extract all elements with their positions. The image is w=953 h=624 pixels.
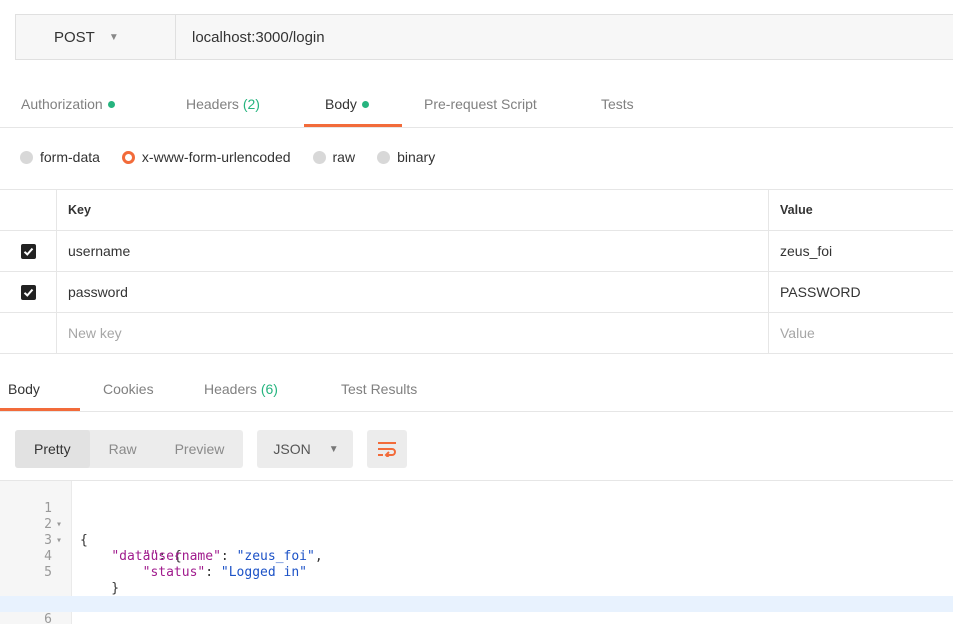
view-raw-button[interactable]: Raw xyxy=(90,430,156,468)
table-row: username zeus_foi xyxy=(0,231,953,272)
table-row: password PASSWORD xyxy=(0,272,953,313)
radio-raw[interactable]: raw xyxy=(312,149,356,165)
tab-cookies[interactable]: Cookies xyxy=(103,366,154,412)
response-code-editor[interactable]: 1 ▾ { 2 ▾ "data": { 3 "username": "zeus_… xyxy=(0,480,953,624)
tab-response-headers[interactable]: Headers (6) xyxy=(204,366,278,412)
radio-label: raw xyxy=(332,149,356,165)
tab-response-body[interactable]: Body xyxy=(8,366,40,412)
radio-circle-icon xyxy=(377,150,391,164)
response-tabs: Body Cookies Headers (6) Test Results xyxy=(0,366,953,412)
row-check-cell xyxy=(0,272,57,312)
radio-x-www-form-urlencoded[interactable]: x-www-form-urlencoded xyxy=(121,149,291,165)
body-type-selector: form-data x-www-form-urlencoded raw bina… xyxy=(20,140,457,174)
tab-tests[interactable]: Tests xyxy=(601,80,634,128)
tab-count: (6) xyxy=(260,381,278,397)
tab-test-results[interactable]: Test Results xyxy=(341,366,417,412)
checkmark-icon xyxy=(23,288,33,297)
radio-selected-icon xyxy=(121,150,135,164)
new-value-input[interactable]: Value xyxy=(769,313,953,353)
radio-circle-icon xyxy=(312,150,326,164)
tab-label: Authorization xyxy=(21,96,103,112)
column-header-value: Value xyxy=(780,203,813,217)
radio-binary[interactable]: binary xyxy=(377,149,435,165)
line-number: 6 xyxy=(44,612,52,624)
status-dot-icon xyxy=(361,100,369,108)
tab-pre-request-script[interactable]: Pre-request Script xyxy=(424,80,537,128)
chevron-down-icon: ▼ xyxy=(108,31,119,43)
tab-label: Headers xyxy=(204,381,257,397)
row-check-cell xyxy=(0,313,57,353)
checkbox-checked[interactable] xyxy=(20,284,36,300)
method-label: POST xyxy=(54,28,95,46)
json-key: "status" xyxy=(142,565,206,580)
tab-label: Body xyxy=(8,381,40,397)
radio-label: x-www-form-urlencoded xyxy=(141,149,291,165)
column-header-key: Key xyxy=(57,190,769,230)
checkbox-checked[interactable] xyxy=(20,243,36,259)
active-tab-indicator xyxy=(0,408,80,411)
view-preview-button[interactable]: Preview xyxy=(156,430,244,468)
code-line-current: 6 } xyxy=(0,596,953,624)
code-line: 4 "status": "Logged in" xyxy=(0,533,953,580)
tab-count: (2) xyxy=(242,96,260,112)
tab-authorization[interactable]: Authorization xyxy=(21,80,115,128)
json-string: "Logged in" xyxy=(220,565,307,580)
wrap-lines-icon xyxy=(377,442,396,457)
key-input[interactable]: username xyxy=(57,231,769,271)
line-number: 5 xyxy=(44,565,52,580)
code-line: 3 "username": "zeus_foi", xyxy=(0,517,953,564)
format-label: JSON xyxy=(273,441,311,457)
row-check-cell xyxy=(0,231,57,271)
tab-label: Cookies xyxy=(103,381,154,397)
radio-form-data[interactable]: form-data xyxy=(20,149,100,165)
checkmark-icon xyxy=(23,247,33,256)
method-select[interactable]: POST ▼ xyxy=(16,15,176,59)
table-header-row: Key Value xyxy=(0,189,953,231)
tab-label: Tests xyxy=(601,96,634,112)
view-pretty-button[interactable]: Pretty xyxy=(15,430,90,468)
chevron-down-icon: ▼ xyxy=(328,443,339,455)
wrap-lines-button[interactable] xyxy=(366,430,407,468)
tab-label: Body xyxy=(325,96,357,112)
tab-label: Test Results xyxy=(341,381,418,397)
view-mode-segment: Pretty Raw Preview xyxy=(15,430,244,468)
code-line: 5 } xyxy=(0,549,953,596)
url-input[interactable]: localhost:3000/login xyxy=(176,15,953,59)
new-key-input[interactable]: New key xyxy=(57,313,769,353)
format-select[interactable]: JSON ▼ xyxy=(257,430,353,468)
active-tab-indicator xyxy=(304,124,402,127)
key-input[interactable]: password xyxy=(57,272,769,312)
value-input[interactable]: zeus_foi xyxy=(769,231,953,271)
code-line: 2 ▾ "data": { xyxy=(0,501,953,564)
tab-label: Pre-request Script xyxy=(424,96,537,112)
code-line: 1 ▾ { xyxy=(0,485,953,548)
code-text: "status": "Logged in" xyxy=(142,565,307,580)
tab-label: Headers xyxy=(186,96,239,112)
header-check-cell xyxy=(0,190,57,230)
tab-body[interactable]: Body xyxy=(325,80,369,128)
params-table: Key Value username zeus_foi password PAS… xyxy=(0,189,953,354)
tab-headers[interactable]: Headers (2) xyxy=(186,80,260,128)
response-toolbar: Pretty Raw Preview JSON ▼ xyxy=(15,430,407,468)
request-url-bar: POST ▼ localhost:3000/login xyxy=(15,14,953,60)
radio-label: binary xyxy=(397,149,436,165)
radio-label: form-data xyxy=(40,149,100,165)
radio-circle-icon xyxy=(20,150,33,164)
request-tabs: Authorization Headers (2) Body Pre-reque… xyxy=(0,80,953,128)
table-row-new: New key Value xyxy=(0,313,953,354)
status-dot-icon xyxy=(107,100,115,108)
code-text: } xyxy=(80,581,120,596)
value-input[interactable]: PASSWORD xyxy=(769,272,953,312)
